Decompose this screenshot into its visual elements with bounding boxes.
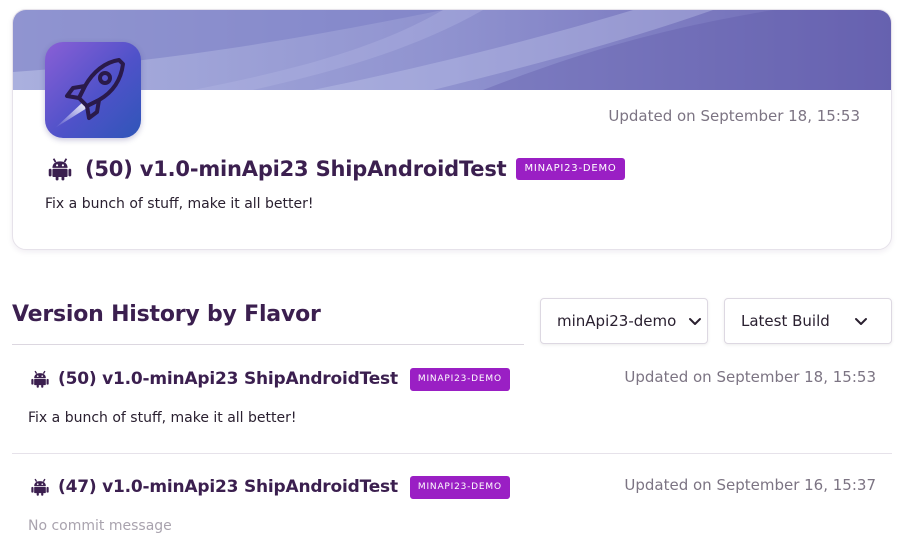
build-title[interactable]: (47) v1.0-minApi23 ShipAndroidTest bbox=[58, 477, 398, 497]
build-updated-time: Updated on September 18, 15:53 bbox=[624, 368, 876, 386]
chevron-down-icon bbox=[855, 318, 867, 325]
build-updated-time: Updated on September 16, 15:37 bbox=[624, 476, 876, 494]
android-icon bbox=[48, 158, 72, 181]
row-divider bbox=[12, 453, 892, 454]
build-select-value: Latest Build bbox=[741, 312, 830, 330]
build-commit-message: Fix a bunch of stuff, make it all better… bbox=[28, 410, 297, 426]
list-item[interactable]: (50) v1.0-minApi23 ShipAndroidTest MINAP… bbox=[30, 366, 510, 392]
featured-build-card[interactable]: Updated on September 18, 15:53 (50) v1.0… bbox=[12, 9, 892, 250]
build-title[interactable]: (50) v1.0-minApi23 ShipAndroidTest bbox=[58, 369, 398, 389]
section-divider bbox=[12, 344, 524, 345]
chevron-down-icon bbox=[689, 318, 701, 325]
card-banner bbox=[13, 10, 891, 90]
flavor-select-value: minApi23-demo bbox=[557, 312, 677, 330]
rocket-icon bbox=[45, 42, 141, 138]
android-icon bbox=[31, 478, 49, 496]
flavor-badge: MINAPI23-DEMO bbox=[409, 367, 510, 391]
featured-build-title[interactable]: (50) v1.0-minApi23 ShipAndroidTest bbox=[85, 157, 507, 181]
flavor-select[interactable]: minApi23-demo bbox=[540, 298, 708, 344]
build-select[interactable]: Latest Build bbox=[724, 298, 892, 344]
android-icon bbox=[31, 370, 49, 388]
build-commit-message: No commit message bbox=[28, 518, 172, 534]
section-title: Version History by Flavor bbox=[12, 302, 321, 327]
flavor-badge: MINAPI23-DEMO bbox=[516, 158, 625, 180]
featured-commit-message: Fix a bunch of stuff, make it all better… bbox=[45, 196, 314, 212]
app-icon bbox=[45, 42, 141, 138]
flavor-badge: MINAPI23-DEMO bbox=[409, 475, 510, 499]
featured-title-row: (50) v1.0-minApi23 ShipAndroidTest MINAP… bbox=[47, 154, 625, 184]
featured-updated-time: Updated on September 18, 15:53 bbox=[608, 107, 860, 125]
list-item[interactable]: (47) v1.0-minApi23 ShipAndroidTest MINAP… bbox=[30, 474, 510, 500]
